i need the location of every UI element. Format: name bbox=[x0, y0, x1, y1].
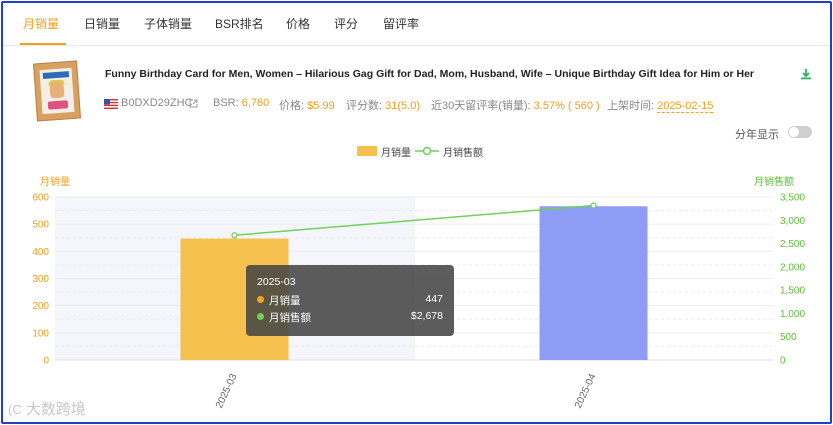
right-tick-label: 3,000 bbox=[780, 216, 805, 227]
left-tick-label: 200 bbox=[32, 301, 49, 312]
tooltip-title: 2025-03 bbox=[257, 276, 296, 288]
left-tick-label: 500 bbox=[32, 220, 49, 231]
revenue-point-2025-04 bbox=[590, 202, 597, 209]
bar-2025-04 bbox=[539, 206, 648, 360]
right-tick-label: 2,500 bbox=[780, 239, 805, 250]
chart-tooltip: 2025-03 月销量 447 月销售额 $2,678 bbox=[246, 265, 454, 336]
left-tick-label: 100 bbox=[32, 328, 49, 339]
x-tick-label: 2025-04 bbox=[573, 372, 599, 410]
left-tick-label: 0 bbox=[43, 356, 49, 367]
left-tick-label: 600 bbox=[32, 193, 49, 204]
right-tick-label: 1,000 bbox=[780, 309, 805, 320]
right-tick-label: 2,000 bbox=[780, 262, 805, 273]
tooltip-row-revenue: 月销售额 $2,678 bbox=[257, 310, 443, 324]
tooltip-row-sales: 月销量 447 bbox=[257, 293, 443, 307]
right-tick-label: 0 bbox=[780, 356, 786, 367]
right-tick-label: 1,500 bbox=[780, 286, 805, 297]
left-tick-label: 400 bbox=[32, 247, 49, 258]
x-tick-label: 2025-03 bbox=[214, 372, 240, 410]
right-tick-label: 3,500 bbox=[780, 193, 805, 204]
sales-chart[interactable]: 0 100 200 300 400 500 600 0 500 1,000 1,500 2,000 2,… bbox=[0, 0, 833, 425]
watermark-logo: (C 大数跨境 bbox=[8, 401, 86, 418]
revenue-point-2025-03 bbox=[231, 232, 238, 239]
right-tick-label: 500 bbox=[780, 332, 797, 343]
left-tick-label: 300 bbox=[32, 274, 49, 285]
